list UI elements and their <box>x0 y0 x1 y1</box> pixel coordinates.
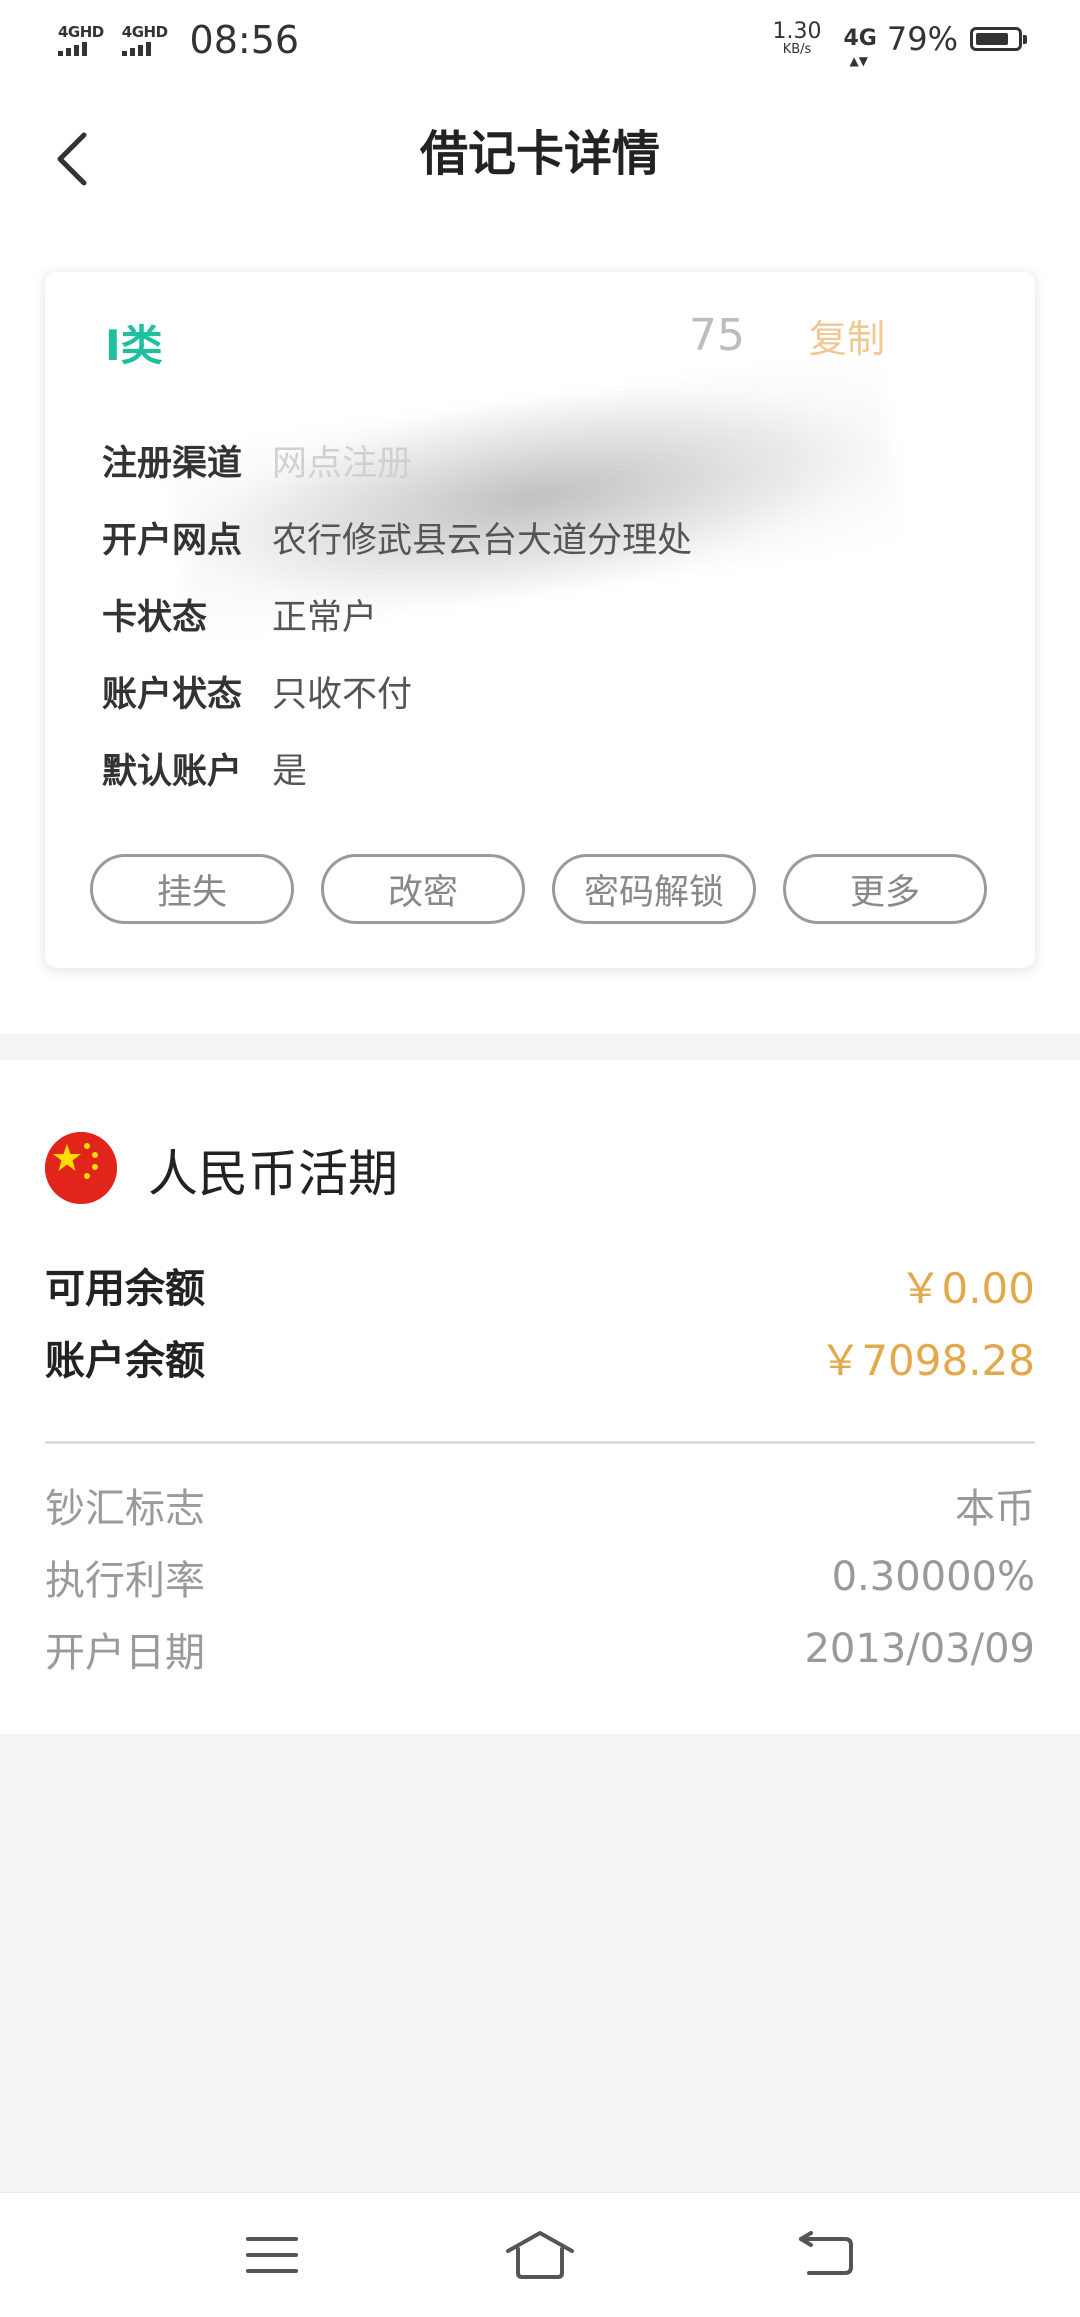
debit-card-panel: I类 75 复制 注册渠道 网点注册 开户网点 农行修武县云台大道分理处 卡状态… <box>45 272 1035 968</box>
info-value: 是 <box>272 752 308 792</box>
change-password-button[interactable]: 改密 <box>321 854 525 924</box>
meta-value: 2013/03/09 <box>804 1626 1035 1672</box>
sim2-label: 4GHD <box>121 23 168 41</box>
menu-button[interactable] <box>232 2223 312 2287</box>
report-loss-button[interactable]: 挂失 <box>90 854 294 924</box>
info-value: 只收不付 <box>272 675 413 715</box>
card-type-label: I类 <box>105 321 163 370</box>
info-label: 账户状态 <box>102 675 243 715</box>
battery-percent: 79% <box>886 20 958 58</box>
home-icon <box>506 2231 574 2279</box>
account-section: 人民币活期 可用余额 ￥0.00 账户余额 ￥7098.28 钞汇标志 本币 执… <box>0 1060 1080 1734</box>
divider <box>45 1441 1035 1444</box>
info-value: 农行修武县云台大道分理处 <box>272 521 693 561</box>
info-value: 网点注册 <box>272 444 413 484</box>
info-row-channel: 注册渠道 网点注册 <box>102 422 692 499</box>
meta-row-cash-flag: 钞汇标志 本币 <box>45 1470 1035 1540</box>
meta-label: 钞汇标志 <box>45 1486 205 1532</box>
page-title: 借记卡详情 <box>419 126 660 182</box>
meta-label: 开户日期 <box>45 1630 205 1676</box>
account-balance-label: 账户余额 <box>45 1338 205 1384</box>
network-speed: 1.30 KB/s <box>773 21 822 57</box>
currency-name: 人民币活期 <box>148 1145 398 1203</box>
info-label: 默认账户 <box>102 752 243 792</box>
system-nav-bar <box>0 2192 1080 2317</box>
card-actions: 挂失 改密 密码解锁 更多 <box>90 854 987 924</box>
back-nav-button[interactable] <box>785 2223 865 2287</box>
signal-sim2-icon: 4GHD <box>121 23 168 56</box>
meta-row-open-date: 开户日期 2013/03/09 <box>45 1614 1035 1684</box>
account-balance-row: 账户余额 ￥7098.28 <box>45 1322 1035 1392</box>
available-balance-value: ￥0.00 <box>899 1263 1035 1313</box>
meta-row-interest-rate: 执行利率 0.30000% <box>45 1542 1035 1612</box>
back-return-icon <box>799 2231 853 2275</box>
menu-icon <box>246 2237 298 2273</box>
meta-value: 0.30000% <box>831 1554 1035 1600</box>
meta-value: 本币 <box>955 1486 1035 1532</box>
home-button[interactable] <box>500 2223 580 2287</box>
info-label: 开户网点 <box>102 521 243 561</box>
info-row-card-status: 卡状态 正常户 <box>102 576 692 653</box>
china-flag-icon <box>45 1132 117 1204</box>
unlock-password-button[interactable]: 密码解锁 <box>552 854 756 924</box>
header: 借记卡详情 <box>0 84 1080 284</box>
copy-button[interactable]: 复制 <box>809 308 885 363</box>
info-label: 卡状态 <box>102 598 208 638</box>
network-speed-value: 1.30 <box>772 19 822 44</box>
signal-sim1-icon: 4GHD <box>58 24 104 56</box>
card-info-list: 注册渠道 网点注册 开户网点 农行修武县云台大道分理处 卡状态 正常户 账户状态… <box>102 422 692 807</box>
sim1-label: 4GHD <box>58 23 104 41</box>
info-row-account-status: 账户状态 只收不付 <box>102 653 692 730</box>
account-balance-value: ￥7098.28 <box>819 1335 1035 1385</box>
info-row-branch: 开户网点 农行修武县云台大道分理处 <box>102 499 692 576</box>
battery-icon <box>970 27 1027 51</box>
meta-label: 执行利率 <box>45 1558 205 1604</box>
info-row-default-account: 默认账户 是 <box>102 730 692 807</box>
status-bar: 4GHD 4GHD 08:56 1.30 KB/s 4G ▲▼ 79% <box>0 0 1080 84</box>
available-balance-row: 可用余额 ￥0.00 <box>45 1250 1035 1320</box>
network-type-label: 4G <box>843 26 877 51</box>
card-number-masked: 75 <box>689 310 745 361</box>
network-speed-unit: KB/s <box>782 42 812 57</box>
network-type-icon: 4G ▲▼ <box>843 26 877 69</box>
available-balance-label: 可用余额 <box>45 1266 205 1312</box>
more-button[interactable]: 更多 <box>783 854 987 924</box>
info-value: 正常户 <box>272 598 378 638</box>
info-label: 注册渠道 <box>102 444 243 484</box>
status-time: 08:56 <box>189 18 300 62</box>
